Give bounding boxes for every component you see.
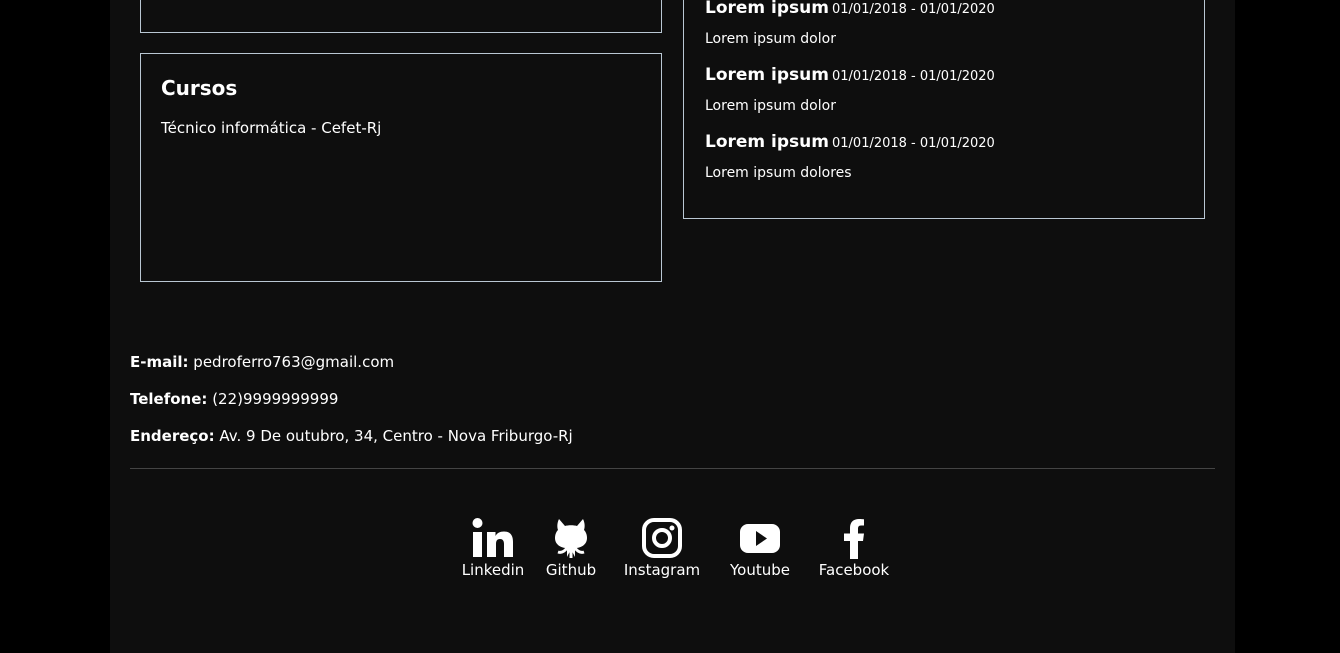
cursos-section: Cursos Técnico informática - Cefet-Rj xyxy=(140,53,662,282)
endereco-value: Av. 9 De outubro, 34, Centro - Nova Frib… xyxy=(219,427,573,445)
contact-email: E-mail: pedroferro763@gmail.com xyxy=(130,353,394,371)
github-icon xyxy=(555,519,587,558)
social-label: Facebook xyxy=(818,561,890,579)
facebook-link[interactable]: Facebook xyxy=(814,517,894,579)
experiencia-section: Lorem ipsum 01/01/2018 - 01/01/2020 Lorem… xyxy=(683,0,1205,219)
section-box-top xyxy=(140,0,662,33)
experience-title: Lorem ipsum xyxy=(705,0,829,18)
experience-description: Lorem ipsum dolor xyxy=(705,31,836,47)
github-link[interactable]: Github xyxy=(541,517,601,579)
experience-dates: 01/01/2018 - 01/01/2020 xyxy=(832,69,995,84)
experience-dates: 01/01/2018 - 01/01/2020 xyxy=(832,136,995,151)
curso-item: Técnico informática - Cefet-Rj xyxy=(161,119,382,137)
linkedin-link[interactable]: Linkedin xyxy=(453,517,533,579)
experience-heading: Lorem ipsum 01/01/2018 - 01/01/2020 xyxy=(705,0,995,18)
youtube-icon xyxy=(740,524,780,553)
social-label: Linkedin xyxy=(461,561,525,579)
contact-telefone: Telefone: (22)9999999999 xyxy=(130,390,338,408)
endereco-label: Endereço: xyxy=(130,427,215,445)
email-label: E-mail: xyxy=(130,353,189,371)
telefone-value: (22)9999999999 xyxy=(212,390,339,408)
social-label: Github xyxy=(545,561,597,579)
instagram-icon xyxy=(642,518,682,558)
social-label: Instagram xyxy=(623,561,701,579)
youtube-link[interactable]: Youtube xyxy=(723,517,797,579)
contact-endereco: Endereço: Av. 9 De outubro, 34, Centro -… xyxy=(130,427,573,445)
cursos-title: Cursos xyxy=(161,76,238,100)
experience-heading: Lorem ipsum 01/01/2018 - 01/01/2020 xyxy=(705,132,995,152)
facebook-icon xyxy=(844,519,864,559)
telefone-label: Telefone: xyxy=(130,390,208,408)
social-label: Youtube xyxy=(730,561,790,579)
email-value[interactable]: pedroferro763@gmail.com xyxy=(193,353,394,371)
footer-divider xyxy=(130,468,1215,469)
experience-title: Lorem ipsum xyxy=(705,65,829,85)
linkedin-icon xyxy=(472,518,513,557)
experience-description: Lorem ipsum dolor xyxy=(705,98,836,114)
page-container: Cursos Técnico informática - Cefet-Rj Lo… xyxy=(110,0,1235,653)
experience-dates: 01/01/2018 - 01/01/2020 xyxy=(832,2,995,17)
experience-heading: Lorem ipsum 01/01/2018 - 01/01/2020 xyxy=(705,65,995,85)
experience-title: Lorem ipsum xyxy=(705,132,829,152)
instagram-link[interactable]: Instagram xyxy=(620,517,704,579)
experience-description: Lorem ipsum dolores xyxy=(705,165,852,181)
